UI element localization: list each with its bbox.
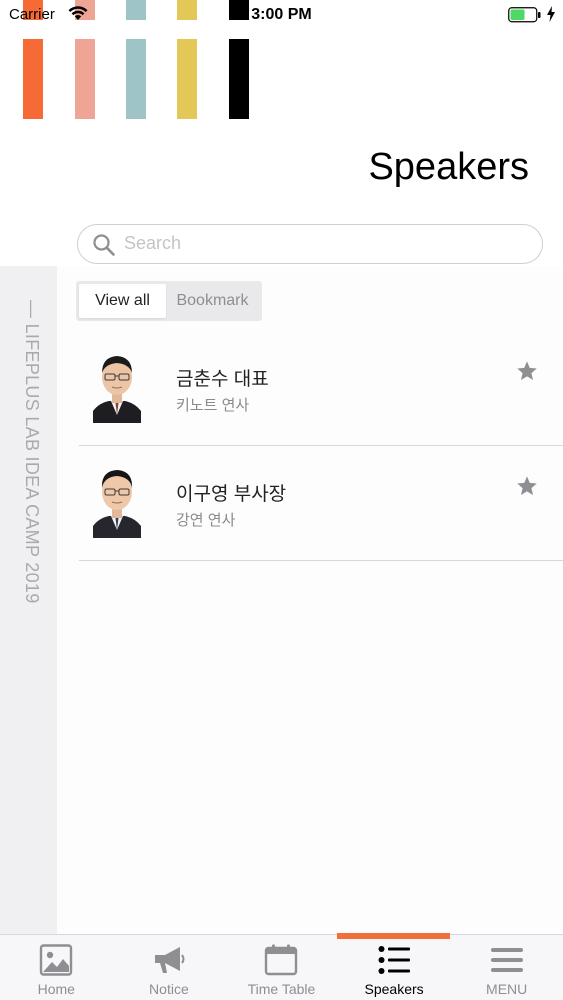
search-icon: [93, 234, 115, 256]
calendar-icon: [265, 944, 298, 976]
tab-notice-label: Notice: [149, 981, 189, 997]
speaker-photo: [93, 470, 141, 538]
speaker-photo: [93, 356, 141, 423]
speaker-row[interactable]: 이구영 부사장 강연 연사: [79, 446, 563, 561]
tab-view-all[interactable]: View all: [79, 284, 166, 318]
event-name-vertical: — LIFEPLUS LAB IDEA CAMP 2019: [22, 300, 42, 604]
charging-icon: [547, 6, 555, 22]
list-icon: [378, 946, 411, 974]
tab-speakers[interactable]: Speakers: [338, 935, 451, 1000]
battery-icon: [508, 7, 541, 23]
bookmark-star-icon[interactable]: [516, 360, 538, 382]
stripe-orange: [23, 39, 43, 119]
speaker-role: 강연 연사: [176, 512, 236, 529]
tab-menu-label: MENU: [486, 981, 528, 997]
stripe-yellow: [177, 39, 197, 119]
speaker-row[interactable]: 금춘수 대표 키노트 연사: [79, 331, 563, 446]
page-title: Speakers: [368, 146, 529, 188]
status-bar: Carrier 3:00 PM: [0, 0, 563, 30]
megaphone-icon: [154, 947, 185, 973]
tab-speakers-label: Speakers: [364, 981, 424, 997]
clock: 3:00 PM: [251, 6, 312, 23]
bottom-tab-bar: Home Notice Time Table Speakers MENU: [0, 934, 563, 1000]
speaker-name: 이구영 부사장: [176, 484, 287, 505]
search-input[interactable]: [124, 225, 524, 262]
tab-bookmark[interactable]: Bookmark: [166, 284, 259, 318]
speaker-role: 키노트 연사: [176, 397, 250, 414]
search-bar[interactable]: [77, 224, 543, 264]
tab-home[interactable]: Home: [0, 935, 113, 1000]
tab-notice[interactable]: Notice: [113, 935, 226, 1000]
tab-time-table-label: Time Table: [247, 981, 316, 997]
image-icon: [40, 944, 73, 976]
tab-home-label: Home: [37, 981, 75, 997]
hamburger-icon: [490, 948, 523, 972]
tab-menu[interactable]: MENU: [450, 935, 563, 1000]
stripe-black: [229, 39, 249, 119]
stripe-teal: [126, 39, 146, 119]
bookmark-star-icon[interactable]: [516, 475, 538, 497]
stripe-salmon: [75, 39, 95, 119]
active-tab-indicator: [337, 933, 450, 939]
speaker-name: 금춘수 대표: [176, 369, 269, 390]
filter-segmented-control: View all Bookmark: [76, 281, 262, 321]
tab-time-table[interactable]: Time Table: [225, 935, 338, 1000]
